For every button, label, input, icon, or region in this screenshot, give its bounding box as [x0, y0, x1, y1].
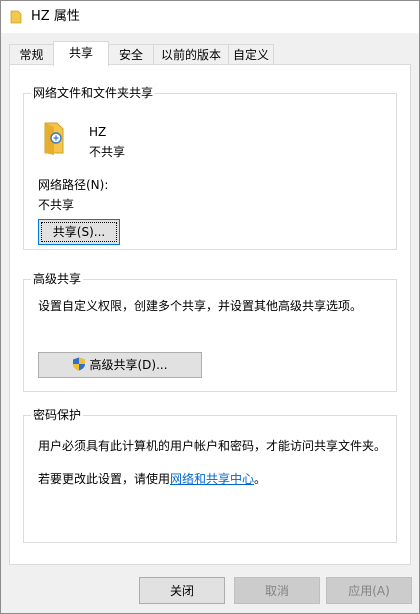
network-path-label: 网络路径(N):: [38, 178, 109, 192]
network-sharing-center-link[interactable]: 网络和共享中心: [170, 472, 254, 486]
advanced-sharing-description: 设置自定义权限，创建多个共享，并设置其他高级共享选项。: [38, 299, 363, 313]
uac-shield-icon: [73, 357, 86, 371]
password-protection-change-line: 若要更改此设置，请使用网络和共享中心。: [38, 471, 266, 487]
password-protection-group: 密码保护 用户必须具有此计算机的用户帐户和密码，才能访问共享文件夹。 若要更改此…: [23, 407, 397, 543]
change-setting-suffix: 。: [254, 472, 267, 486]
properties-dialog: HZ 属性 常规 共享 安全 以前的版本 自定义 网络文件和文件夹共享 HZ 不…: [0, 0, 420, 614]
share-button[interactable]: 共享(S)...: [38, 219, 120, 245]
password-protection-group-title: 密码保护: [31, 407, 84, 423]
cancel-button[interactable]: 取消: [234, 577, 320, 604]
advanced-sharing-button[interactable]: 高级共享(D)...: [38, 352, 202, 378]
tab-previous-versions[interactable]: 以前的版本: [153, 44, 229, 64]
folder-share-status: 不共享: [89, 145, 126, 159]
advanced-sharing-button-label: 高级共享(D)...: [89, 358, 168, 372]
advanced-sharing-group-title: 高级共享: [31, 271, 84, 287]
shared-folder-icon: [44, 122, 64, 155]
tab-strip: 常规 共享 安全 以前的版本 自定义: [9, 41, 411, 66]
close-button[interactable]: 关闭: [139, 577, 225, 604]
network-path-value: 不共享: [38, 198, 75, 212]
title-bar[interactable]: HZ 属性: [1, 1, 419, 33]
password-protection-description: 用户必须具有此计算机的用户帐户和密码，才能访问共享文件夹。: [38, 439, 387, 453]
tab-customize[interactable]: 自定义: [228, 44, 274, 64]
window-title: HZ 属性: [31, 9, 80, 24]
folder-icon: [10, 10, 22, 24]
network-sharing-group: 网络文件和文件夹共享 HZ 不共享 网络路径(N): 不共享 共享(S)...: [23, 85, 397, 250]
folder-name: HZ: [89, 125, 107, 139]
sharing-tab-panel: 网络文件和文件夹共享 HZ 不共享 网络路径(N): 不共享 共享(S)... …: [9, 64, 411, 565]
advanced-sharing-group: 高级共享 设置自定义权限，创建多个共享，并设置其他高级共享选项。 高级共享(D)…: [23, 271, 397, 392]
apply-button[interactable]: 应用(A): [326, 577, 412, 604]
tab-sharing[interactable]: 共享: [53, 41, 109, 66]
tab-security[interactable]: 安全: [108, 44, 154, 64]
network-sharing-group-title: 网络文件和文件夹共享: [31, 85, 156, 101]
change-setting-prefix: 若要更改此设置，请使用: [38, 472, 171, 486]
tab-general[interactable]: 常规: [9, 44, 54, 64]
